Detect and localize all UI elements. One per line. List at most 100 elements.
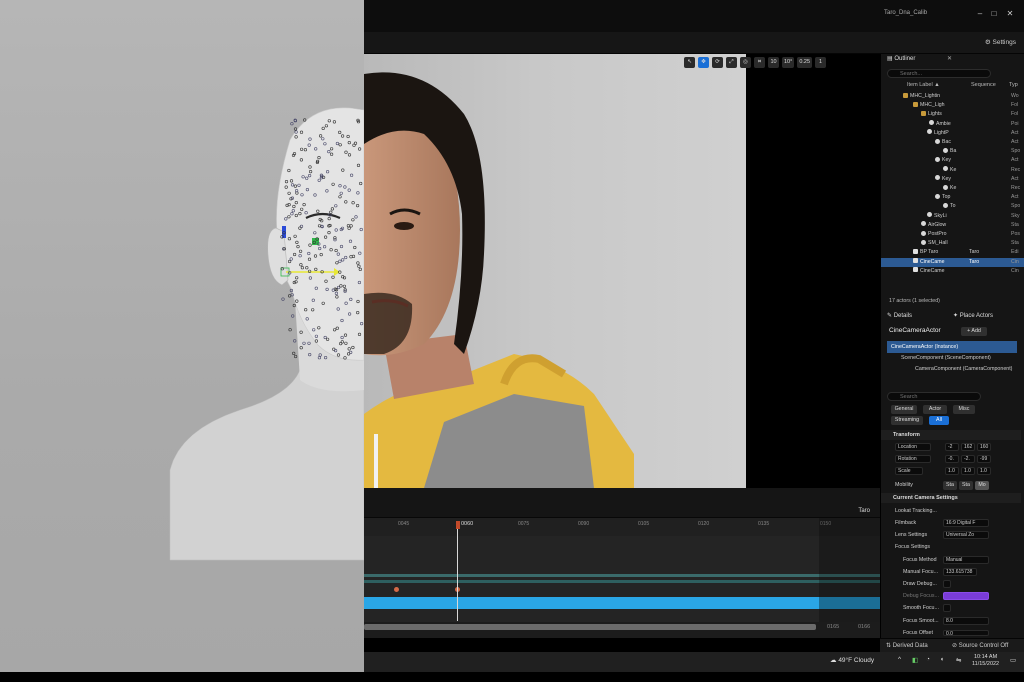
translate-icon[interactable]: ✥ (698, 56, 709, 68)
smooth-focus-checkbox[interactable] (943, 604, 951, 612)
surface-snap-icon[interactable]: ⌗ (754, 56, 765, 68)
focus-settings-label[interactable]: Focus Settings (895, 541, 1024, 553)
outliner-row[interactable]: SkyLi Sky (881, 212, 1024, 221)
maximize-button[interactable]: □ (988, 8, 1000, 20)
close-button[interactable]: ✕ (1004, 8, 1016, 20)
level-viewport[interactable] (364, 54, 746, 488)
filmback-dropdown[interactable]: 16:9 Digital F (943, 519, 989, 527)
lookat-tracking-row[interactable]: Lookat Tracking... (895, 505, 1024, 517)
mobility-stationary[interactable]: Sta (959, 481, 973, 490)
close-tab-icon[interactable]: ✕ (947, 54, 952, 65)
select-mode-icon[interactable]: ↖ (684, 56, 695, 68)
outliner-row[interactable]: MHC_Lightin Wo (881, 92, 1024, 101)
scale-icon[interactable]: ⤢ (726, 56, 737, 68)
track-area[interactable] (364, 536, 880, 622)
details-search-input[interactable] (887, 392, 981, 401)
tray-chevron-icon[interactable]: ^ (898, 656, 901, 663)
rotation-x[interactable]: -0. (945, 455, 959, 463)
outliner-row[interactable]: PostPro Pos (881, 230, 1024, 239)
location-dropdown[interactable]: Location (895, 443, 931, 451)
outliner-row[interactable]: Key Act (881, 175, 1024, 184)
col-item-label[interactable]: Item Label ▲ (907, 82, 940, 88)
outliner-row[interactable]: Ke Rec (881, 184, 1024, 193)
volume-icon[interactable]: ◖ (940, 656, 944, 663)
outliner-row-label: CineCame (913, 258, 945, 267)
camera-speed-value[interactable]: 1 (815, 56, 827, 68)
tab-outliner[interactable]: ▤ Outliner (887, 54, 915, 65)
filter-actor[interactable]: Actor (923, 405, 947, 414)
outliner-row[interactable]: CineCame Cin (881, 267, 1024, 276)
outliner-row[interactable]: Top Act (881, 193, 1024, 202)
focus-smooth-input[interactable]: 8.0 (943, 617, 989, 625)
outliner-row[interactable]: Bac Act (881, 138, 1024, 147)
outliner-row[interactable]: SM_Hall Sta (881, 239, 1024, 248)
actor-name: CineCameraActor (889, 327, 941, 334)
outliner-row[interactable]: Ambie Poi (881, 120, 1024, 129)
clock[interactable]: 10:14 AM 11/15/2022 (972, 654, 999, 668)
section-camera-settings[interactable]: Current Camera Settings (881, 493, 1021, 503)
location-z[interactable]: 160 (977, 443, 991, 451)
source-control-button[interactable]: ⊘ Source Control Off (952, 642, 1008, 649)
location-x[interactable]: -2 (945, 443, 959, 451)
outliner-row[interactable]: AirGlow Sta (881, 221, 1024, 230)
outliner-row[interactable]: Lights Fol (881, 110, 1024, 119)
scale-dropdown[interactable]: Scale (895, 467, 923, 475)
notifications-icon[interactable]: ▭ (1010, 656, 1016, 664)
tick-label: 0105 (638, 521, 650, 527)
scale-snap-value[interactable]: 0.25 (797, 56, 813, 68)
network-icon[interactable]: ⇋ (956, 656, 961, 664)
outliner-row[interactable]: LightP Act (881, 129, 1024, 138)
manual-focus-input[interactable]: 133.615738 (943, 568, 977, 576)
mobility-movable[interactable]: Mo (975, 481, 989, 490)
filter-misc[interactable]: Misc (953, 405, 975, 414)
lens-dropdown[interactable]: Universal Zo (943, 531, 989, 539)
minimize-button[interactable]: – (974, 8, 986, 20)
focus-method-dropdown[interactable]: Manual (943, 556, 989, 564)
outliner-row[interactable]: BP Taro Taro Edi (881, 248, 1024, 257)
filter-streaming[interactable]: Streaming (891, 416, 923, 425)
tray-app-icon[interactable]: ◧ (912, 656, 918, 664)
debug-focus-color-swatch[interactable] (943, 592, 989, 600)
location-y[interactable]: 162 (961, 443, 975, 451)
grid-snap-value[interactable]: 10 (768, 56, 779, 68)
playhead-handle[interactable] (456, 521, 460, 529)
world-local-icon[interactable]: ◎ (740, 56, 751, 68)
mobility-static[interactable]: Sta (943, 481, 957, 490)
rotation-y[interactable]: -2. (961, 455, 975, 463)
section-transform[interactable]: Transform (881, 430, 1021, 440)
outliner-row-type: Poi (1011, 120, 1019, 127)
outliner-row[interactable]: CineCame Taro Cin (881, 257, 1024, 267)
rotate-icon[interactable]: ⟳ (712, 56, 723, 68)
timeline-ruler[interactable]: 0045 0075 0090 0105 0120 0135 0150 (364, 518, 880, 536)
scale-z[interactable]: 1.0 (977, 467, 991, 475)
keyframe[interactable] (394, 587, 399, 592)
add-component-button[interactable]: + Add (961, 327, 987, 336)
scale-y[interactable]: 1.0 (961, 467, 975, 475)
rotation-z[interactable]: -99 (977, 455, 991, 463)
camera-cut-track[interactable] (364, 597, 819, 609)
outliner-row[interactable]: To Spo (881, 202, 1024, 211)
col-type[interactable]: Typ (1009, 82, 1018, 88)
tab-details[interactable]: ✎ Details (887, 311, 912, 322)
filter-all[interactable]: All (929, 416, 949, 425)
outliner-row[interactable]: MHC_Ligh Fol (881, 101, 1024, 110)
draw-debug-checkbox[interactable] (943, 580, 951, 588)
scale-x[interactable]: 1.0 (945, 467, 959, 475)
outliner-row[interactable]: Ba Spo (881, 147, 1024, 156)
outliner-search-input[interactable] (887, 69, 991, 78)
settings-button[interactable]: ⚙ Settings (985, 38, 1016, 46)
rotation-dropdown[interactable]: Rotation (895, 455, 931, 463)
wifi-icon[interactable]: ◔ (926, 656, 930, 663)
rotation-snap-value[interactable]: 10° (782, 56, 795, 68)
timeline-scrollbar[interactable] (364, 624, 816, 630)
focus-offset-input[interactable]: 0.0 (943, 630, 989, 636)
col-sequence[interactable]: Sequence (971, 82, 996, 88)
outliner-row[interactable]: Ke Rec (881, 166, 1024, 175)
component-camera[interactable]: CameraComponent (CameraComponent) (915, 363, 1024, 375)
weather-widget[interactable]: ☁ 49°F Cloudy (830, 656, 874, 664)
tab-place-actors[interactable]: ✦ Place Actors (953, 311, 993, 322)
outliner-row[interactable]: Key Act (881, 156, 1024, 165)
tick-label: 0090 (578, 521, 590, 527)
derived-data-button[interactable]: ⇅ Derived Data (886, 642, 928, 649)
filter-general[interactable]: General (891, 405, 917, 414)
